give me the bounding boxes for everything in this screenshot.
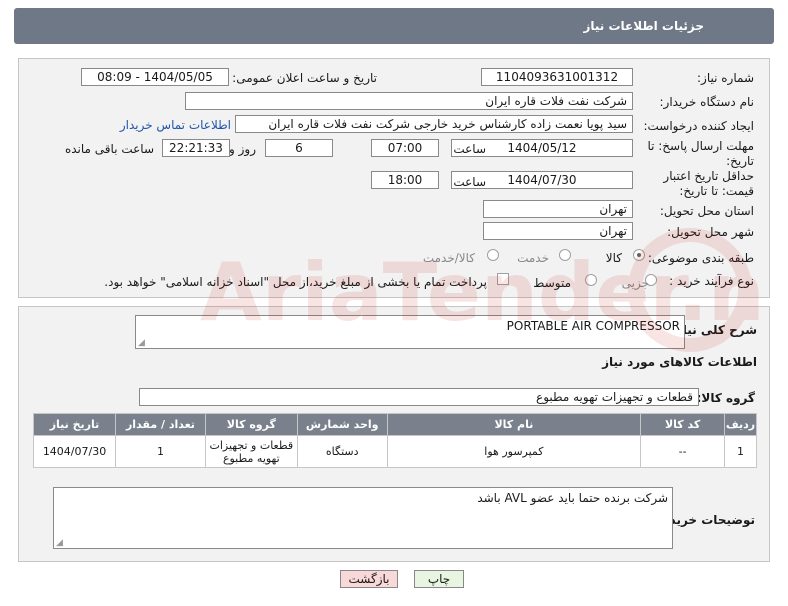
deadline-time-field: 07:00 — [371, 139, 439, 157]
payment-checkbox[interactable] — [497, 273, 509, 285]
col-header-need-date: تاریخ نیاز — [32, 413, 117, 436]
creator-field: سید پویا نعمت زاده کارشناس خرید خارجی شر… — [235, 115, 633, 133]
process-label: نوع فرآیند خرید : — [669, 274, 754, 288]
cell-unit: دستگاه — [296, 435, 388, 468]
resize-handle-icon: ◢ — [56, 538, 63, 548]
print-button[interactable]: چاپ — [414, 570, 464, 588]
back-button[interactable]: بازگشت — [340, 570, 398, 588]
need-number-field: 1104093631001312 — [481, 68, 633, 86]
city-label: شهر محل تحویل: — [667, 225, 754, 239]
validity-label: حداقل تاریخ اعتبار قیمت: تا تاریخ: — [663, 169, 754, 198]
province-label: استان محل تحویل: — [659, 204, 754, 218]
col-header-row-number: ردیف — [724, 413, 757, 436]
resize-handle-icon: ◢ — [138, 338, 145, 348]
category-radio-goods-service[interactable] — [487, 249, 499, 261]
cell-goods-code: -- — [640, 435, 726, 468]
cell-need-date: 1404/07/30 — [32, 435, 117, 468]
creator-label: ایجاد کننده درخواست: — [643, 119, 754, 133]
cell-row-number: 1 — [724, 435, 757, 468]
remaining-label: ساعت باقی مانده — [64, 142, 154, 156]
goods-group-field: قطعات و تجهیزات تهویه مطبوع — [139, 388, 699, 406]
cell-goods-name: کمپرسور هوا — [386, 435, 642, 468]
page-title: جزئیات اطلاعات نیاز — [583, 19, 704, 33]
cell-quantity: 1 — [115, 435, 206, 468]
goods-panel: شرح کلی نیاز: PORTABLE AIR COMPRESSOR ◢ … — [18, 306, 770, 562]
table-row: 1 -- کمپرسور هوا دستگاه قطعات و تجهیزات … — [32, 435, 757, 468]
page-header: جزئیات اطلاعات نیاز — [14, 8, 774, 44]
validity-time-label: ساعت — [453, 175, 486, 189]
col-header-unit: واحد شمارش — [296, 413, 388, 436]
need-info-panel: شماره نیاز: 1104093631001312 تاریخ و ساع… — [18, 58, 770, 298]
category-option-service: خدمت — [517, 251, 549, 265]
province-field: تهران — [483, 200, 633, 218]
col-header-goods-group: گروه کالا — [204, 413, 298, 436]
buyer-notes-text: شرکت برنده حتما باید عضو AVL باشد — [477, 491, 668, 505]
general-description-field: PORTABLE AIR COMPRESSOR ◢ — [135, 315, 685, 349]
city-field: تهران — [483, 222, 633, 240]
remaining-time-field: 22:21:33 — [162, 139, 230, 157]
deadline-label: مهلت ارسال پاسخ: تا تاریخ: — [647, 139, 754, 168]
col-header-goods-name: نام کالا — [386, 413, 642, 436]
process-radio-medium[interactable] — [585, 274, 597, 286]
category-radio-goods[interactable] — [633, 249, 645, 261]
buyer-label: نام دستگاه خریدار: — [659, 95, 755, 109]
days-label: روز و — [229, 142, 256, 156]
category-option-goods: کالا — [605, 251, 622, 265]
announce-label: تاریخ و ساعت اعلان عمومی: — [232, 71, 377, 85]
general-description-text: PORTABLE AIR COMPRESSOR — [506, 319, 680, 333]
contact-buyer-link[interactable]: اطلاعات تماس خریدار — [120, 118, 231, 132]
days-field: 6 — [265, 139, 333, 157]
process-option-minor: جزیی — [621, 276, 649, 290]
table-header-row: ردیف کد کالا نام کالا واحد شمارش گروه کا… — [32, 413, 757, 436]
deadline-time-label: ساعت — [453, 142, 486, 156]
validity-time-field: 18:00 — [371, 171, 439, 189]
category-label: طبقه بندی موضوعی: — [647, 251, 754, 265]
goods-info-heading: اطلاعات کالاهای مورد نیاز — [602, 355, 757, 369]
category-option-goods-service: کالا/خدمت — [422, 251, 475, 265]
goods-group-label: گروه کالا: — [696, 391, 755, 405]
payment-note: پرداخت تمام یا بخشی از مبلغ خرید،از محل … — [104, 275, 487, 289]
announce-field: 1404/05/05 - 08:09 — [81, 68, 229, 86]
col-header-goods-code: کد کالا — [640, 413, 726, 436]
buyer-field: شرکت نفت فلات قاره ایران — [185, 92, 633, 110]
buyer-notes-field: شرکت برنده حتما باید عضو AVL باشد ◢ — [53, 487, 673, 549]
goods-table: ردیف کد کالا نام کالا واحد شمارش گروه کا… — [32, 413, 757, 468]
cell-goods-group: قطعات و تجهیزات تهویه مطبوع — [204, 435, 298, 468]
col-header-quantity: تعداد / مقدار — [115, 413, 206, 436]
process-option-medium: متوسط — [533, 276, 571, 290]
need-number-label: شماره نیاز: — [697, 71, 754, 85]
category-radio-service[interactable] — [559, 249, 571, 261]
